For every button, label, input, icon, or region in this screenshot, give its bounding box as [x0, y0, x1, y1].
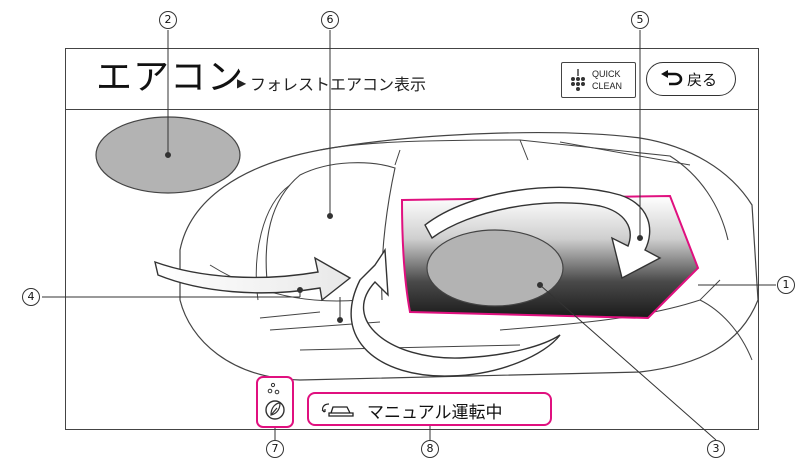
callout-2: 2	[159, 11, 177, 29]
airflow-arrow-rear	[154, 256, 352, 302]
callout-8: 8	[421, 440, 439, 458]
operation-status: マニュアル運転中	[307, 392, 552, 426]
leaf-bubbles-icon	[265, 382, 285, 420]
callout-6: 6	[321, 11, 339, 29]
status-text: マニュアル運転中	[367, 403, 503, 423]
callout-3: 3	[707, 440, 725, 458]
eco-mode-indicator[interactable]	[256, 376, 294, 428]
car-recirculation-icon	[321, 403, 354, 417]
cabin-temp-placeholder	[426, 229, 564, 307]
callout-1: 1	[777, 276, 795, 294]
callout-4: 4	[22, 288, 40, 306]
callout-5: 5	[631, 11, 649, 29]
callout-7: 7	[266, 440, 284, 458]
